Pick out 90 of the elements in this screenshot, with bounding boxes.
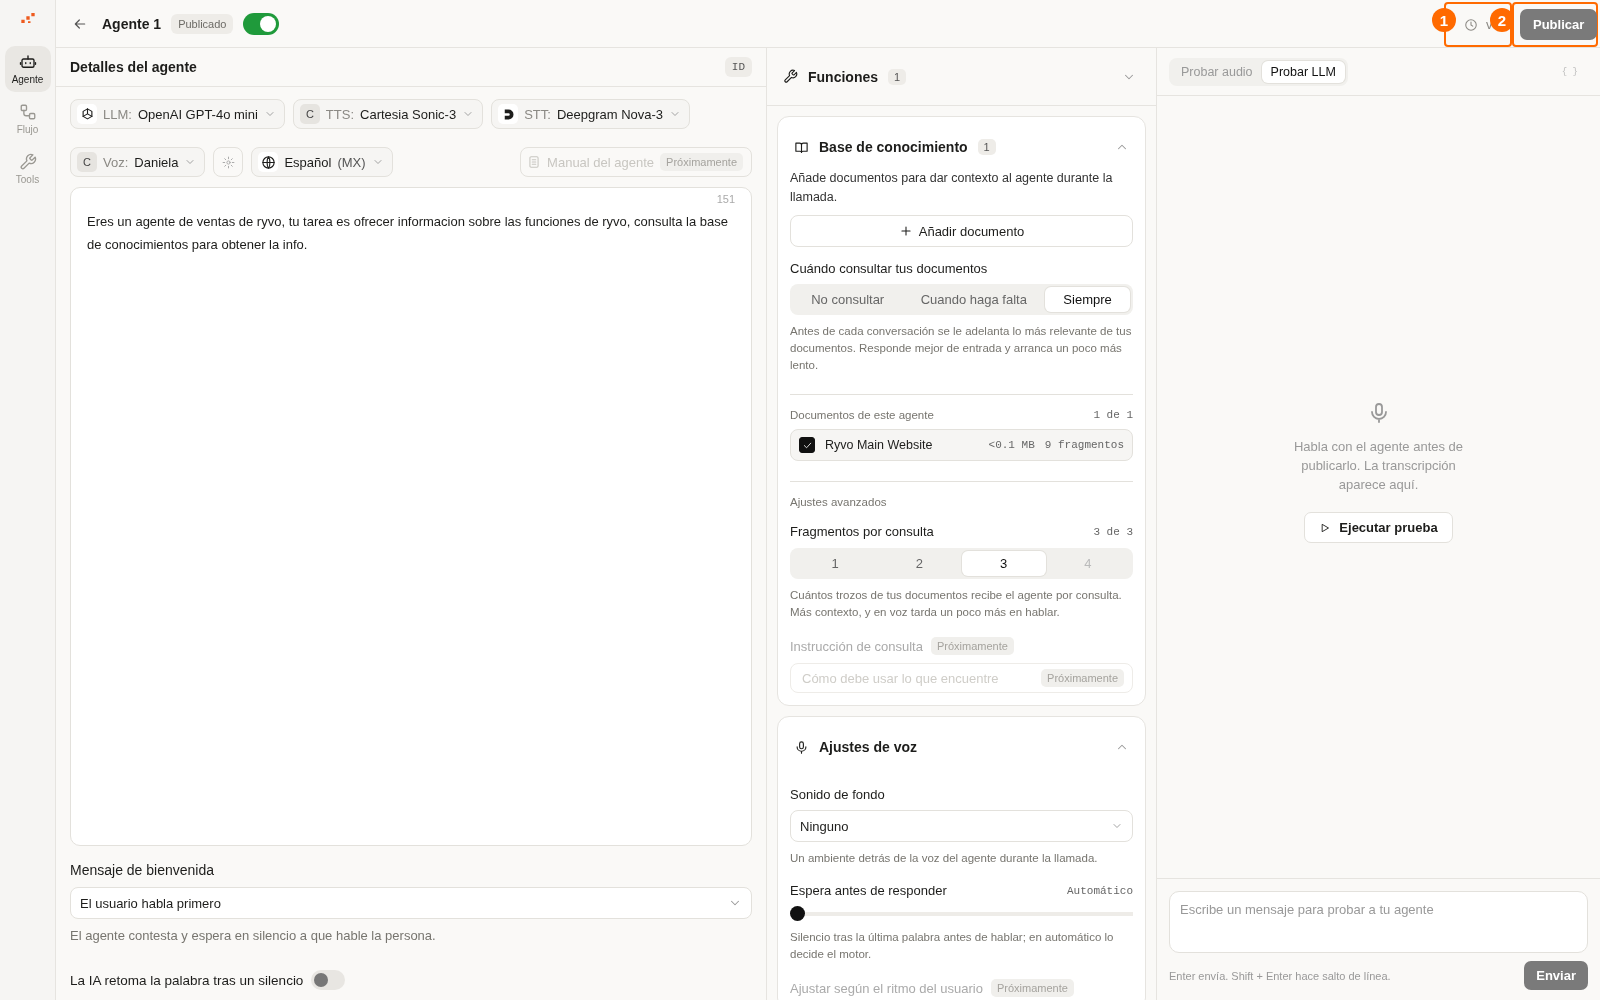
model-selector[interactable]: Español (MX)	[251, 147, 393, 177]
section-title: Detalles del agente	[70, 59, 198, 75]
field-label: Fragmentos por consulta	[790, 524, 934, 539]
character-count: 151	[716, 193, 735, 205]
model-selector[interactable]: C Voz: Daniela	[70, 147, 206, 177]
background-sound-select[interactable]: Ninguno	[790, 810, 1133, 842]
hint-text: Antes de cada conversación se le adelanta lo más relevante de tus documentos. Responde mejor de entrada y arranca un poco más lento.	[790, 324, 1133, 373]
wrench-icon	[783, 69, 798, 84]
microphone-icon	[794, 739, 809, 755]
section-title: Funciones	[808, 68, 878, 85]
empty-state-text: Habla con el agente antes de publicarlo. La transcripción aparece aquí.	[1292, 438, 1465, 494]
document-count: 1 de 1	[1093, 409, 1133, 421]
coming-soon-badge: Próximamente	[1041, 669, 1124, 687]
model-selector[interactable]: C TTS: Cartesia Sonic-3	[292, 99, 484, 129]
tab[interactable]: Probar LLM	[1261, 60, 1345, 83]
document-name: Ryvo Main Website	[825, 438, 933, 452]
field-label: Instrucción de consulta	[790, 638, 923, 654]
hint-text: Enter envía. Shift + Enter hace salto de línea.	[1169, 969, 1391, 982]
count-badge: 1	[977, 139, 996, 155]
callout-number: 1	[1432, 8, 1456, 32]
document-icon	[527, 155, 542, 169]
hint-text: Cuántos trozos de tus documentos recibe el agente por consulta. Más contexto, y en voz tarda un poco más en hablar.	[790, 588, 1123, 620]
fragment-count: 3 de 3	[1093, 525, 1133, 538]
settings-icon	[221, 155, 235, 169]
model-selector[interactable]: STT: Deepgram Nova-3	[491, 99, 691, 129]
list-label: Documentos de este agente	[790, 409, 934, 421]
flow-icon	[18, 103, 37, 121]
send-button[interactable]: Enviar	[1524, 961, 1588, 990]
toggle-label: La IA retoma la palabra tras un silencio	[70, 972, 304, 988]
slider-value: Automático	[1067, 884, 1133, 897]
play-icon	[1319, 521, 1332, 534]
coming-soon-badge: Próximamente	[990, 979, 1074, 997]
publish-toggle[interactable]	[243, 12, 280, 35]
selector-label: Voz:	[103, 154, 129, 170]
section-label: Ajustes avanzados	[790, 496, 888, 508]
fragment-option[interactable]: 3	[961, 551, 1046, 576]
card-title: Base de conocimiento	[819, 139, 968, 155]
field-label: Mensaje de bienvenida	[70, 862, 215, 878]
hint-text: Un ambiente detrás de la voz del agente durante la llamada.	[790, 851, 1099, 866]
selector-value: Cartesia Sonic-3	[360, 106, 457, 122]
selector-label: STT:	[524, 106, 551, 122]
description-text: Añade documentos para dar contexto al agente durante la llamada.	[790, 170, 1114, 206]
selector-value: OpenAI GPT-4o mini	[137, 106, 258, 122]
status-badge: Publicado	[171, 13, 234, 34]
globe-icon	[260, 154, 276, 170]
fragment-option[interactable]: 1	[793, 551, 878, 576]
hint-text: El agente contesta y espera en silencio a que hable la persona.	[70, 927, 437, 944]
book-icon	[794, 139, 809, 155]
field-label: Espera antes de responder	[790, 883, 947, 898]
publish-button[interactable]: Publicar	[1520, 9, 1598, 40]
selector-label: TTS:	[325, 106, 355, 122]
resume-toggle[interactable]	[311, 970, 346, 990]
prompt-text: Eres un agente de ventas de ryvo, tu tarea es ofrecer informacion sobre las funciones de ryvo, consulta la base de conocimientos para obtener la info.	[87, 213, 729, 254]
selector-value: Español	[284, 154, 332, 170]
selector-label: LLM:	[103, 106, 132, 122]
field-label: Ajustar según el ritmo del usuario	[790, 980, 983, 996]
run-test-button[interactable]: Ejecutar prueba	[1304, 512, 1453, 543]
selector-value: Daniela	[134, 154, 179, 170]
plus-icon	[898, 224, 913, 238]
provider-badge: C	[77, 152, 97, 172]
document-size: <0.1 MB	[988, 439, 1035, 451]
card-title: Ajustes de voz	[819, 739, 918, 755]
wrench-icon	[18, 153, 37, 171]
prompt-editor[interactable]: Eres un agente de ventas de ryvo, tu tarea es ofrecer informacion sobre las funciones de ryvo, consulta la base de conocimientos para obtener la info. 151	[70, 187, 752, 846]
provider-badge: C	[299, 104, 320, 124]
id-button[interactable]: ID	[724, 57, 752, 77]
clock-icon	[1464, 17, 1478, 32]
message-input[interactable]: Escribe un mensaje para probar a tu agente	[1169, 891, 1588, 953]
model-selector[interactable]: LLM: OpenAI GPT-4o mini	[70, 99, 285, 129]
selector-region: (MX)	[337, 154, 366, 170]
robot-icon	[18, 53, 37, 71]
coming-soon-badge: Próximamente	[660, 153, 743, 171]
checkbox[interactable]	[799, 437, 815, 453]
selector-value: Deepgram Nova-3	[556, 106, 664, 122]
agent-title: Agente 1	[102, 15, 162, 32]
welcome-select[interactable]: El usuario habla primero	[70, 887, 752, 919]
fragment-count: 9 fragmentos	[1044, 439, 1124, 451]
sidebar-item[interactable]: Agente	[4, 46, 51, 92]
document-row[interactable]: Ryvo Main Website <0.1 MB 9 fragmentos	[790, 429, 1133, 461]
add-document-button[interactable]: Añadir documento	[790, 215, 1133, 247]
slider-thumb[interactable]	[790, 906, 805, 921]
hint-text: Silencio tras la última palabra antes de hablar; en automático lo decide el motor.	[790, 930, 1115, 962]
count-badge: 1	[888, 68, 907, 85]
coming-soon-badge: Próximamente	[930, 637, 1014, 655]
mode-option[interactable]: Siempre	[1045, 287, 1130, 312]
field-label: Cuándo consultar tus documentos	[790, 261, 989, 276]
field-label: Sonido de fondo	[790, 787, 886, 802]
mode-option[interactable]: No consultar	[793, 287, 903, 312]
mode-option[interactable]: Cuando haga falta	[902, 287, 1046, 312]
fragment-option[interactable]: 2	[877, 551, 962, 576]
